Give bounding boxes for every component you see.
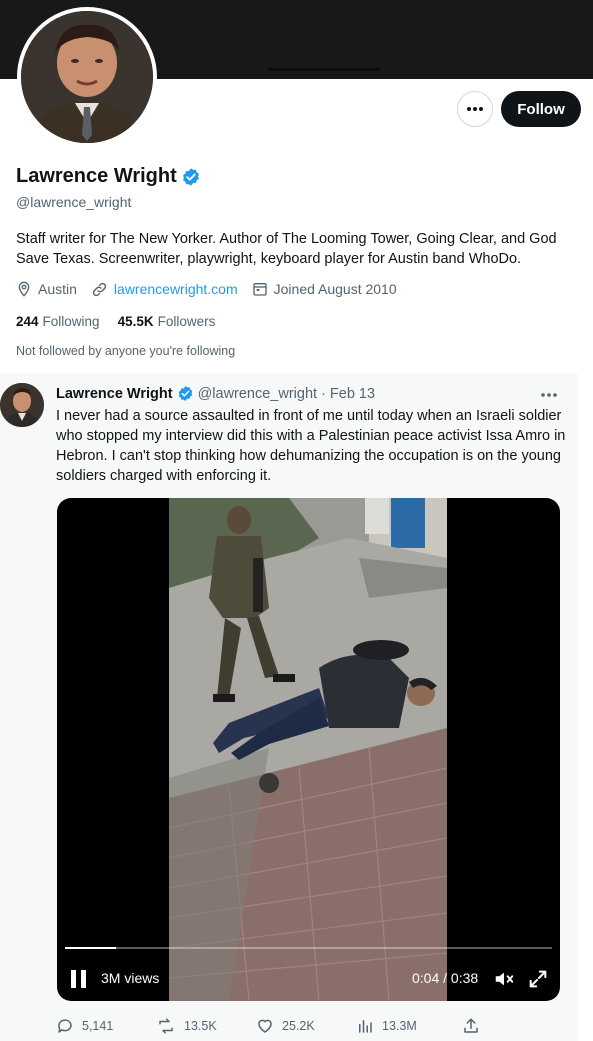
followers-link[interactable]: 45.5K Followers [118,314,216,329]
retweet-count: 13.5K [184,1019,217,1033]
followers-count: 45.5K [117,314,154,329]
profile-bio: Staff writer for The New Yorker. Author … [16,231,557,267]
location-pin-icon [18,281,30,297]
calendar-icon [252,283,267,296]
reply-action[interactable]: 5,141 [56,1017,113,1035]
views-action[interactable]: 13.3M [356,1017,417,1035]
profile-meta: Austin lawrencewright.com Joined August … [16,280,411,298]
tweet-verified-badge-icon[interactable] [177,385,194,402]
more-dots-icon [467,107,483,111]
retweet-action[interactable]: 13.5K [156,1017,217,1035]
tweet-more-button[interactable] [540,385,558,403]
tweet-video[interactable]: 3M views 0:04 / 0:38 [57,498,560,1001]
tweet-more-dots-icon [541,393,557,397]
tweet-text: I never had a source assaulted in front … [56,408,566,484]
retweet-icon [159,1018,173,1034]
tweet-author-avatar[interactable] [0,383,44,427]
banner-divider [268,68,380,71]
tweet-author-name[interactable]: Lawrence Wright [56,386,173,402]
profile-avatar[interactable] [17,7,157,147]
location-item: Austin [16,281,77,297]
followers-label: Followers [157,314,216,329]
video-progress-fill [65,947,117,949]
tweet-header: Lawrence Wright @lawrence_wright · Feb 1… [56,385,375,402]
profile-handle: @lawrence_wright [16,194,132,210]
joined-item: Joined August 2010 [252,281,397,297]
tweet-avatar-photo [0,383,44,427]
not-followed-notice: Not followed by anyone you're following [16,344,236,358]
tweet-date[interactable]: Feb 13 [330,386,375,402]
video-frame [169,498,447,1001]
follow-button-label: Follow [517,100,565,118]
pause-icon[interactable] [71,970,87,988]
follow-button[interactable]: Follow [501,91,581,127]
website-item[interactable]: lawrencewright.com [91,281,238,298]
share-action[interactable] [462,1017,480,1035]
location-text: Austin [38,281,77,297]
tweet-author-handle[interactable]: @lawrence_wright [198,386,318,402]
joined-text: Joined August 2010 [273,281,397,297]
avatar-photo [21,11,153,143]
tweet-card[interactable]: Lawrence Wright @lawrence_wright · Feb 1… [0,373,578,1041]
like-count: 25.2K [282,1019,315,1033]
like-action[interactable]: 25.2K [256,1017,315,1035]
following-label: Following [42,314,100,329]
following-count: 244 [16,314,39,329]
follow-counts: 244 Following 45.5K Followers [16,314,215,329]
video-progress-bar[interactable] [65,947,552,949]
tweet-actions: 5,141 13.5K 25.2K 13.3M [56,1017,486,1035]
reply-count: 5,141 [82,1019,114,1033]
video-views: 3M views [101,970,160,986]
view-count: 13.3M [382,1019,417,1033]
fullscreen-icon[interactable] [527,968,549,990]
link-icon [92,282,107,296]
video-time: 0:04 / 0:38 [412,970,479,986]
mute-icon[interactable] [493,968,515,990]
profile-name-row: Lawrence Wright [16,165,201,188]
tweet-separator: · [321,385,326,402]
website-link[interactable]: lawrencewright.com [114,281,238,297]
more-options-button[interactable] [457,91,493,127]
profile-name: Lawrence Wright [16,165,177,187]
video-controls: 3M views 0:04 / 0:38 [57,966,560,992]
heart-icon [258,1019,272,1033]
reply-icon [58,1019,72,1033]
following-link[interactable]: 244 Following [16,314,100,329]
analytics-icon [359,1020,372,1033]
verified-badge-icon[interactable] [181,167,201,187]
share-icon [464,1018,478,1033]
